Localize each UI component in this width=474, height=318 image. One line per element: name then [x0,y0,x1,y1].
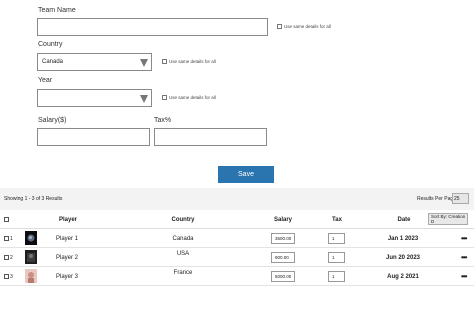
select-all-cell[interactable] [4,210,10,229]
country-label: Country [38,41,63,48]
player-date: Jun 20 2023 [385,254,421,261]
header-date[interactable]: Date [390,210,418,229]
row-select[interactable]: 1 [4,229,13,248]
salary-cell-input[interactable]: 3500.00 [271,233,295,244]
table-row[interactable]: 1 Player 1 Canada 3500.00 1 Jan 1 2023 •… [0,229,474,248]
players-table: Player Country Salary Tax Date Sort By: … [0,210,474,286]
year-same-label: Use same details for all [169,95,216,100]
salary-value: 900.00 [275,255,289,260]
results-per-page-value: 25 [454,195,460,202]
row-number: 2 [10,254,13,261]
team-same-checkbox[interactable] [277,24,282,29]
player-date: Aug 2 2021 [387,273,419,280]
more-options-icon[interactable]: ••• [461,248,467,267]
row-number: 3 [10,273,13,280]
tax-cell-input[interactable]: 1 [328,271,345,282]
salary-cell-input[interactable]: 900.00 [271,252,295,263]
sort-by-select[interactable]: Sort By: Creation D [428,213,468,225]
row-select[interactable]: 3 [4,267,13,286]
team-same-label: Use same details for all [284,24,331,29]
player-form: Team Name Use same details for all Count… [0,0,474,188]
row-checkbox[interactable] [4,236,9,241]
salary-input[interactable] [37,128,150,146]
player-1-avatar [25,231,37,245]
player-name: Player 1 [56,235,79,242]
header-tax[interactable]: Tax [324,210,350,229]
sort-by-value: Sort By: Creation D [431,214,466,224]
player-name: Player 2 [56,254,79,261]
table-header: Player Country Salary Tax Date Sort By: … [0,210,474,229]
player-country: USA [176,251,190,257]
salary-value: 3500.00 [275,236,292,241]
header-player[interactable]: Player [59,210,77,229]
select-all-checkbox[interactable] [4,217,9,222]
player-date: Jan 1 2023 [387,235,419,242]
tax-value: 1 [332,274,335,279]
team-name-input[interactable] [37,18,268,36]
salary-value: 5000.00 [275,274,292,279]
results-count: Showing 1 - 3 of 3 Results [4,196,63,202]
player-country: France [173,270,193,276]
tax-label: Tax% [154,117,172,124]
player-2-avatar [25,250,37,264]
player-country: Canada [172,235,194,242]
team-name-label: Team Name [38,7,76,14]
more-options-icon[interactable]: ••• [461,267,467,286]
more-options-icon[interactable]: ••• [461,229,467,248]
chevron-down-icon [140,95,148,103]
row-number: 1 [10,235,13,242]
team-same-details[interactable]: Use same details for all [277,24,331,29]
country-same-checkbox[interactable] [162,59,167,64]
tax-value: 1 [332,236,335,241]
results-per-page-select[interactable]: 25 [452,193,469,204]
header-salary[interactable]: Salary [266,210,300,229]
year-same-details[interactable]: Use same details for all [162,95,216,100]
country-same-label: Use same details for all [169,59,216,64]
row-checkbox[interactable] [4,274,9,279]
table-row[interactable]: 3 Player 3 France 5000.00 1 Aug 2 2021 •… [0,267,474,286]
player-name: Player 3 [56,273,79,280]
tax-cell-input[interactable]: 1 [328,252,345,263]
tax-cell-input[interactable]: 1 [328,233,345,244]
row-checkbox[interactable] [4,255,9,260]
year-same-checkbox[interactable] [162,95,167,100]
tax-input[interactable] [154,128,267,146]
header-country[interactable]: Country [160,210,206,229]
country-same-details[interactable]: Use same details for all [162,59,216,64]
salary-cell-input[interactable]: 5000.00 [271,271,295,282]
tax-value: 1 [332,255,335,260]
page-footer-space [0,286,474,318]
year-select[interactable] [37,89,152,107]
country-select-value: Canada [42,59,64,65]
country-select[interactable]: Canada [37,53,152,71]
chevron-down-icon [140,59,148,67]
grid-toolbar: Showing 1 - 3 of 3 Results Results Per P… [0,188,474,210]
year-label: Year [38,77,53,84]
table-row[interactable]: 2 Player 2 USA 900.00 1 Jun 20 2023 ••• [0,248,474,267]
player-3-avatar [25,269,37,283]
save-button[interactable]: Save [218,166,274,183]
row-select[interactable]: 2 [4,248,13,267]
salary-label: Salary($) [38,117,67,124]
